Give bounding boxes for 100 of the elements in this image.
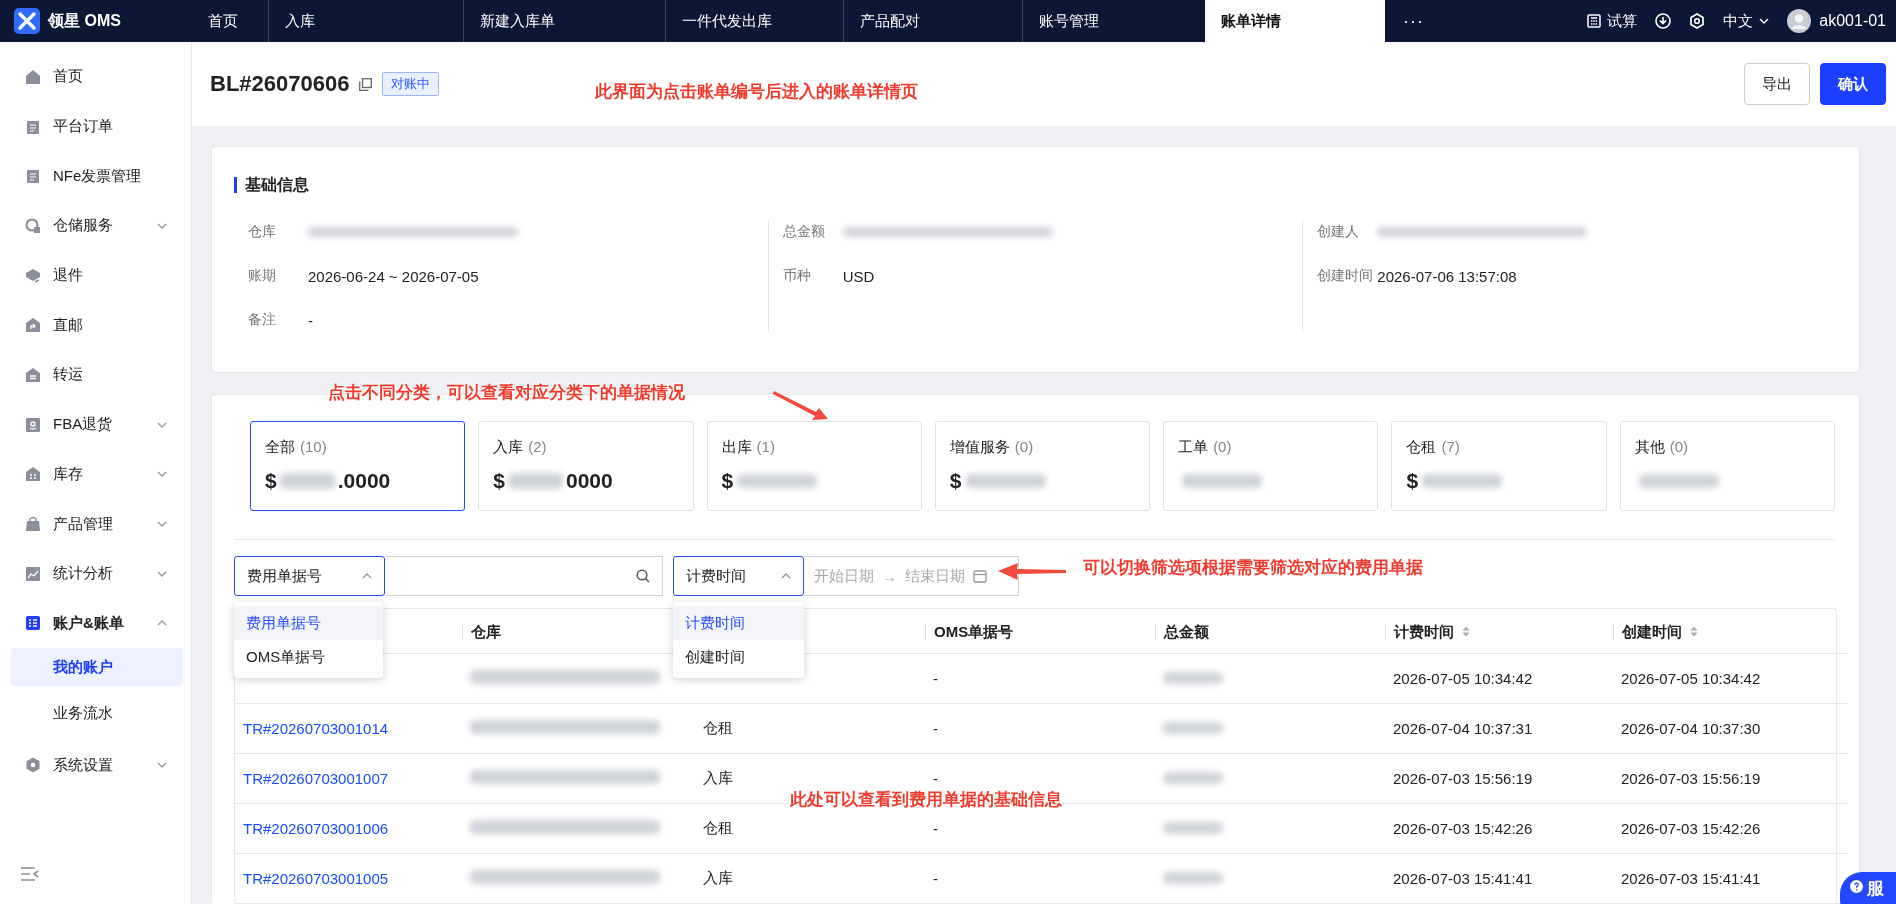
collapse-menu-icon[interactable] [20,866,40,882]
sidebar-item[interactable]: 库存 [0,449,191,500]
column-header[interactable]: 计费时间 [1385,623,1470,640]
dropdown-option[interactable]: 费用单据号 [234,606,383,640]
table-cell: 2026-07-05 10:34:42 [1621,670,1761,687]
chevron-icon [157,222,167,229]
sort-icon [1690,626,1698,637]
chevron-icon [157,570,167,577]
bill-link[interactable]: TR#20260703001014 [243,720,389,737]
field-label: 创建时间 [1317,267,1375,285]
field-value: - [308,311,313,329]
field-value: USD [842,267,875,285]
chart-icon [25,565,41,582]
category-name: 增值服务 [949,438,1010,457]
sidebar-item[interactable]: NFe发票管理 [0,151,191,202]
column-header[interactable]: 创建时间 [1613,623,1698,640]
column-header: 仓库 [462,623,501,640]
table-cell: - [933,770,938,787]
clipboard-icon [25,118,41,135]
dropdown-option[interactable]: 创建时间 [673,640,804,674]
category-name: 全部 [265,438,295,457]
sidebar-item[interactable]: 账户&账单 [0,598,191,649]
table-cell: 2026-07-05 10:34:42 [1393,670,1533,687]
bill-link[interactable]: TR#20260703001006 [243,820,389,837]
column-header: 总金额 [1155,623,1209,640]
sidebar-subitem[interactable]: 业务流水 [11,694,183,733]
table-cell: 2026-07-03 15:56:19 [1393,770,1533,787]
search-field[interactable] [385,556,663,596]
user-name[interactable]: ak001-01 [1819,12,1886,30]
sidebar-item[interactable]: 首页 [0,52,191,102]
category-card[interactable]: 入库 (2) $ 0000 [478,421,694,511]
category-card[interactable]: 出库 (1) $ [706,421,922,511]
table-cell: 2026-07-03 15:41:41 [1621,870,1761,887]
category-count: (7) [1441,438,1460,457]
sidebar-item[interactable]: 平台订单 [0,101,191,152]
table-cell: 2026-07-03 15:42:26 [1393,820,1533,837]
select-field[interactable]: 费用单据号 [234,556,385,596]
end-date-placeholder: 结束日期 [905,566,965,586]
settings-icon[interactable] [1689,13,1706,29]
amount-decimals: 0000 [565,469,613,493]
category-count: (2) [528,438,547,457]
home-icon [25,68,41,85]
chevron-icon [157,620,167,627]
category-card[interactable]: 其他 (0) [1619,421,1835,511]
field-label: 账期 [248,267,277,285]
category-card[interactable]: 全部 (10) $ .0000 [250,421,466,511]
category-card[interactable]: 工单 (0) [1163,421,1379,511]
annotation-text: 此界面为点击账单编号后进入的账单详情页 [595,81,918,103]
copy-icon[interactable] [359,77,373,91]
logo-icon [14,8,40,34]
category-name: 仓租 [1406,438,1437,457]
table-cell: 入库 [703,869,733,886]
sidebar-item[interactable]: 仓储服务 [0,201,191,251]
confirm-button[interactable]: 确认 [1820,63,1886,105]
app-name: 领星 OMS [48,10,121,31]
sidebar-subitem[interactable]: 我的账户 [11,648,183,687]
sidebar-item[interactable]: 转运 [0,350,191,400]
dropdown-option[interactable]: OMS单据号 [234,640,383,674]
download-icon[interactable] [1655,13,1672,29]
export-button[interactable]: 导出 [1744,63,1810,105]
bill-link[interactable]: TR#20260703001007 [243,770,389,787]
nav-tab[interactable]: 账单详情 [1205,0,1385,42]
section-title: 基础信息 [234,177,1837,193]
category-count: (0) [1014,438,1034,457]
status-tag: 对账中 [382,72,440,96]
category-name: 工单 [1178,438,1209,457]
language-select[interactable]: 中文 [1723,11,1770,31]
sidebar-item[interactable]: FBA退货 [0,399,191,450]
table-cell: 仓租 [703,719,733,736]
select-field[interactable]: 计费时间 [673,556,804,596]
sidebar-item[interactable]: 产品管理 [0,499,191,549]
amount-decimals: .0000 [337,469,391,493]
category-card[interactable]: 仓租 (7) $ [1391,421,1607,511]
service-button[interactable]: 服 [1840,872,1896,904]
category-card[interactable]: 增值服务 (0) $ [934,421,1151,511]
sort-icon [1462,626,1470,637]
category-name: 入库 [493,438,524,457]
category-count: (0) [1213,438,1232,457]
more-tabs-button[interactable]: ··· [1397,9,1430,33]
table-cell: 2026-07-03 15:42:26 [1621,820,1761,837]
sidebar-item[interactable]: 统计分析 [0,548,191,599]
chevron-icon [157,521,167,528]
currency-sign: $ [265,469,277,493]
nav-tab[interactable]: 首页 [192,0,268,42]
field-label: 创建人 [1317,223,1361,241]
category-count: (1) [756,438,775,457]
avatar-icon[interactable] [1787,9,1812,33]
dropdown-option[interactable]: 计费时间 [673,606,804,640]
sidebar-item[interactable]: 退件 [0,250,191,301]
box-icon [25,267,41,284]
field-label: 备注 [248,311,277,329]
bill-link[interactable]: TR#20260703001005 [243,870,389,887]
calculator-button[interactable]: 试算 [1587,11,1638,31]
sidebar-item[interactable]: 系统设置 [0,740,191,790]
chevron-icon [157,421,167,428]
column-header: OMS单据号 [925,623,1014,640]
house-icon [25,366,41,383]
ledger-icon [25,615,41,632]
sidebar-item[interactable]: 直邮 [0,300,191,351]
table-cell: 2026-07-03 15:41:41 [1393,870,1533,887]
